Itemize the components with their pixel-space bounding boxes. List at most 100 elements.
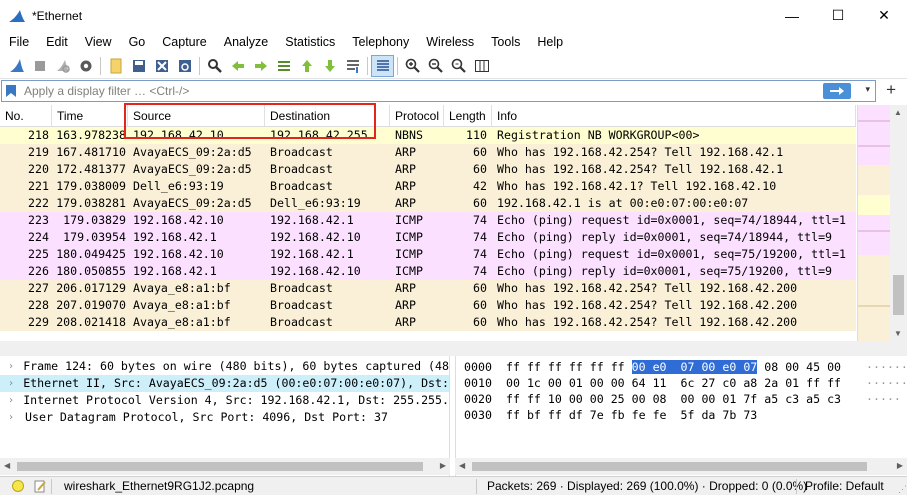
packet-row[interactable]: 221 179.038009 Dell_e6:93:19 Broadcast ARP 42…	[0, 178, 856, 195]
menu-telephony[interactable]: Telephony	[343, 35, 417, 49]
menu-wireless[interactable]: Wireless	[417, 35, 482, 49]
first-packet-icon[interactable]	[295, 55, 318, 77]
bookmark-icon[interactable]	[5, 84, 17, 98]
scroll-thumb[interactable]	[472, 462, 867, 471]
back-icon[interactable]	[226, 55, 249, 77]
scroll-thumb[interactable]	[17, 462, 423, 471]
packet-minimap[interactable]	[857, 105, 891, 341]
packet-cell-no: 220	[28, 162, 49, 176]
autoscroll-icon[interactable]	[341, 55, 364, 77]
packet-row[interactable]: 227 206.017129 Avaya_e8:a1:bf Broadcast ARP 6…	[0, 280, 856, 297]
expand-arrow-icon[interactable]: ›	[8, 392, 23, 409]
packet-row[interactable]: 220 172.481377 AvayaECS_09:2a:d5 Broadcast A…	[0, 161, 856, 178]
maximize-button[interactable]: ☐	[815, 0, 861, 31]
packet-cell-dst: Broadcast	[270, 145, 333, 159]
menu-go[interactable]: Go	[120, 35, 154, 49]
packet-row[interactable]: 226 180.050855 192.168.42.1 192.168.42.10 IC…	[0, 263, 856, 280]
menu-help[interactable]: Help	[528, 35, 571, 49]
detail-tree-item[interactable]: › Ethernet II, Src: AvayaECS_09:2a:d5 (00…	[0, 375, 449, 392]
menu-file[interactable]: File	[0, 35, 37, 49]
packet-row[interactable]: 219 167.481710 AvayaECS_09:2a:d5 Broadcast A…	[0, 144, 856, 161]
menu-analyze[interactable]: Analyze	[215, 35, 276, 49]
bytes-hex[interactable]: 00 1c 00 01 00 00 64 11 6c 27 c0 a8 2a 0…	[500, 375, 841, 391]
menu-capture[interactable]: Capture	[153, 35, 214, 49]
expand-arrow-icon[interactable]: ›	[8, 409, 25, 426]
menu-view[interactable]: View	[76, 35, 120, 49]
detail-tree-item[interactable]: › User Datagram Protocol, Src Port: 4096,…	[0, 409, 449, 426]
reload-icon[interactable]	[173, 55, 196, 77]
shark-fin-start-icon[interactable]	[5, 55, 28, 77]
scroll-down-icon[interactable]: ▼	[894, 329, 902, 338]
packet-cell-proto: ARP	[395, 315, 416, 329]
title-bar: *Ethernet — ☐ ✕	[0, 0, 907, 31]
bytes-hex[interactable]: ff ff 10 00 00 25 00 08 00 00 01 7f a5 c…	[500, 391, 841, 407]
close-button[interactable]: ✕	[861, 0, 907, 31]
menu-statistics[interactable]: Statistics	[276, 35, 343, 49]
close-file-icon[interactable]	[150, 55, 173, 77]
bytes-hex[interactable]: ff ff ff ff ff ff 00 e0 07 00 e0 07 08 0…	[500, 359, 841, 375]
save-file-icon[interactable]	[127, 55, 150, 77]
packet-row[interactable]: 229 208.021418 Avaya_e8:a1:bf Broadcast ARP 6…	[0, 314, 856, 331]
zoom-in-icon[interactable]	[401, 55, 424, 77]
packet-cell-proto: ICMP	[395, 230, 423, 244]
open-file-icon[interactable]	[104, 55, 127, 77]
apply-filter-button[interactable]	[823, 83, 851, 99]
profile-switcher[interactable]: Profile: Default	[805, 479, 884, 493]
column-header-no[interactable]: No.	[0, 105, 52, 127]
packet-row[interactable]: 225 180.049425 192.168.42.10 192.168.42.1 IC…	[0, 246, 856, 263]
menu-edit[interactable]: Edit	[37, 35, 76, 49]
resize-columns-icon[interactable]	[470, 55, 493, 77]
detail-tree-item[interactable]: › Frame 124: 60 bytes on wire (480 bits),…	[0, 358, 449, 375]
toolbar-separator	[199, 56, 200, 75]
minimize-button[interactable]: —	[769, 0, 815, 31]
packet-cell-proto: ICMP	[395, 264, 423, 278]
packet-cell-proto: ICMP	[395, 213, 423, 227]
scroll-right-icon[interactable]: ▶	[440, 461, 446, 470]
filter-history-dropdown[interactable]: ▾	[865, 84, 870, 95]
column-header-protocol[interactable]: Protocol	[390, 105, 444, 127]
zoom-reset-icon[interactable]	[447, 55, 470, 77]
options-gear-icon[interactable]	[74, 55, 97, 77]
resize-grip-icon[interactable]: ⋰	[898, 484, 907, 495]
find-icon[interactable]	[203, 55, 226, 77]
bytes-offset: 0010	[464, 376, 492, 390]
go-to-packet-icon[interactable]	[272, 55, 295, 77]
display-filter-input[interactable]	[24, 83, 814, 99]
bytes-hscrollbar[interactable]: ◀ ▶	[455, 458, 907, 475]
add-filter-button[interactable]: +	[886, 80, 896, 100]
last-packet-icon[interactable]	[318, 55, 341, 77]
column-header-info[interactable]: Info	[492, 105, 856, 127]
scroll-left-icon[interactable]: ◀	[4, 461, 10, 470]
packet-list: No. Time Source Destination Protocol Len…	[0, 105, 907, 341]
scroll-right-icon[interactable]: ▶	[897, 461, 903, 470]
details-hscrollbar[interactable]: ◀ ▶	[0, 458, 450, 475]
expand-arrow-icon[interactable]: ›	[8, 375, 23, 392]
expert-info-icon[interactable]	[12, 480, 24, 492]
scroll-thumb[interactable]	[893, 275, 904, 315]
packet-row[interactable]: 222 179.038281 AvayaECS_09:2a:d5 Dell_e6:93…	[0, 195, 856, 212]
forward-icon[interactable]	[249, 55, 272, 77]
packet-row[interactable]: 223 179.03829 192.168.42.10 192.168.42.1 ICM…	[0, 212, 856, 229]
scroll-up-icon[interactable]: ▲	[894, 108, 902, 117]
detail-text: Frame 124: 60 bytes on wire (480 bits), …	[23, 359, 449, 373]
pane-splitter[interactable]	[0, 341, 907, 356]
column-header-length[interactable]: Length	[444, 105, 492, 127]
scroll-left-icon[interactable]: ◀	[459, 461, 465, 470]
colorize-icon[interactable]	[371, 54, 394, 77]
bytes-hex[interactable]: ff bf ff df 7e fb fe fe 5f da 7b 73	[500, 407, 757, 423]
restart-icon[interactable]	[51, 55, 74, 77]
packet-list-scrollbar[interactable]: ▲ ▼	[890, 105, 907, 341]
stop-icon[interactable]	[28, 55, 51, 77]
bytes-offset: 0020	[464, 392, 492, 406]
zoom-out-icon[interactable]	[424, 55, 447, 77]
capture-comment-icon[interactable]	[33, 479, 47, 493]
packet-row[interactable]: 224 179.03954 192.168.42.1 192.168.42.10 ICM…	[0, 229, 856, 246]
column-header-time[interactable]: Time	[52, 105, 128, 127]
menu-tools[interactable]: Tools	[482, 35, 528, 49]
detail-tree-item[interactable]: › Internet Protocol Version 4, Src: 192.1…	[0, 392, 449, 409]
packet-cell-info: Who has 192.168.42.1? Tell 192.168.42.10	[497, 179, 777, 193]
packet-row[interactable]: 228 207.019070 Avaya_e8:a1:bf Broadcast ARP 6…	[0, 297, 856, 314]
packet-cell-no: 229	[28, 315, 49, 329]
packet-cell-len: 60	[473, 281, 487, 295]
expand-arrow-icon[interactable]: ›	[8, 358, 23, 375]
